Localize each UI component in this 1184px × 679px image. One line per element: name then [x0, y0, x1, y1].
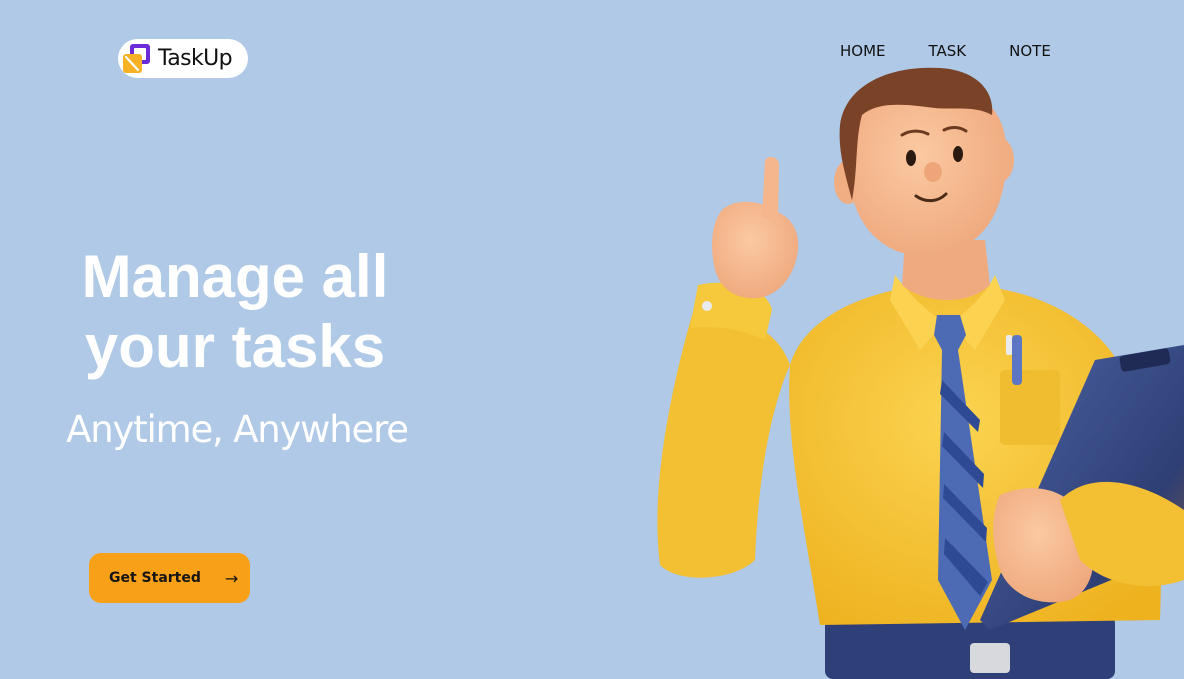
arrow-right-icon: → [224, 568, 239, 588]
hero-title-line-2: your tasks [84, 313, 386, 380]
hero-title-line-1: Manage all [81, 243, 389, 310]
brand-name: TaskUp [158, 46, 233, 71]
hero-title: Manage all your tasks [60, 242, 410, 382]
nav-note-link[interactable]: NOTE [1009, 41, 1051, 61]
taskup-logo-icon [123, 43, 150, 73]
landing-page: TaskUp HOME TASK NOTE Manage all your ta… [0, 0, 1184, 679]
main-nav: HOME TASK NOTE [840, 41, 1051, 61]
get-started-button[interactable]: Get Started → [89, 553, 250, 603]
nav-home-link[interactable]: HOME [840, 41, 886, 61]
nav-task-link[interactable]: TASK [929, 41, 967, 61]
businessman-illustration [657, 67, 1184, 679]
get-started-label: Get Started [109, 570, 201, 586]
brand-logo[interactable]: TaskUp [118, 39, 248, 78]
hero-subtitle: Anytime, Anywhere [66, 408, 409, 451]
